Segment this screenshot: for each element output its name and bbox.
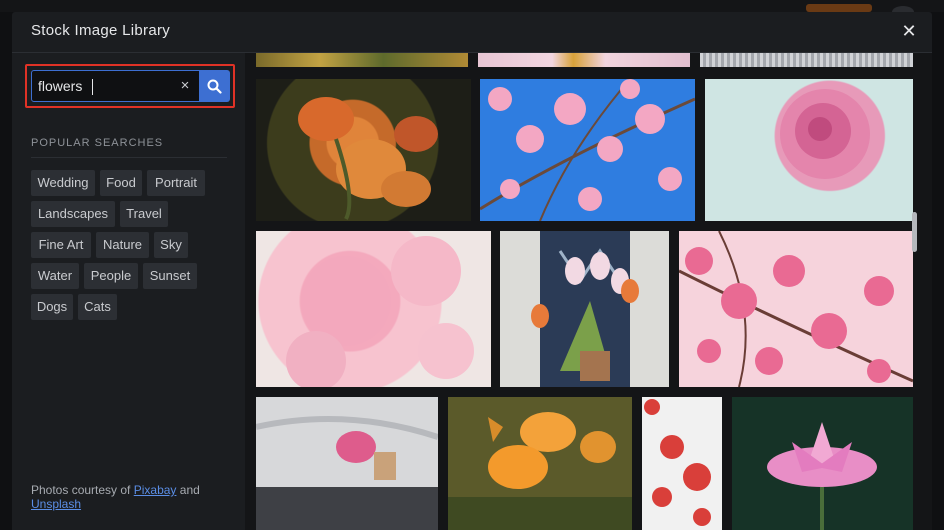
- image-result[interactable]: [448, 397, 632, 530]
- divider: [31, 157, 227, 158]
- photo-credit: Photos courtesy of Pixabay and Unsplash: [31, 483, 231, 511]
- backdrop-header: [0, 0, 944, 12]
- image-result[interactable]: [256, 79, 471, 221]
- pixabay-link[interactable]: Pixabay: [134, 483, 177, 497]
- pink-rose-image: [780, 89, 870, 179]
- search-box: ×: [31, 70, 230, 102]
- image-result[interactable]: [700, 53, 913, 67]
- cherry-blossom-sky-image: [480, 79, 695, 221]
- image-result[interactable]: [732, 397, 913, 530]
- image-result[interactable]: [256, 397, 438, 530]
- tag-landscapes[interactable]: Landscapes: [31, 201, 115, 227]
- tag-dogs[interactable]: Dogs: [31, 294, 73, 320]
- tag-fine-art[interactable]: Fine Art: [31, 232, 91, 258]
- image-result[interactable]: [478, 53, 690, 67]
- tag-people[interactable]: People: [84, 263, 138, 289]
- search-sidebar: × POPULAR SEARCHES Wedding Food Portrait…: [12, 53, 245, 530]
- image-result[interactable]: [256, 231, 491, 387]
- results-scrollbar[interactable]: [912, 212, 917, 252]
- image-results-grid: [245, 53, 932, 530]
- image-result[interactable]: [256, 53, 468, 67]
- unsplash-link[interactable]: Unsplash: [31, 497, 81, 511]
- orange-roses-image: [298, 97, 438, 220]
- red-blossoms-image: [644, 399, 711, 526]
- credit-middle: and: [176, 483, 200, 497]
- stock-image-modal: Stock Image Library ✕ × POPULAR SEARCHES…: [12, 12, 932, 530]
- tag-food[interactable]: Food: [100, 170, 142, 196]
- text-caret: [92, 79, 93, 95]
- image-result[interactable]: [679, 231, 913, 387]
- image-result[interactable]: [480, 79, 695, 221]
- flowers-on-bed-image: [256, 416, 438, 530]
- tag-water[interactable]: Water: [31, 263, 79, 289]
- tag-wedding[interactable]: Wedding: [31, 170, 95, 196]
- orange-flowers-butterfly-image: [448, 412, 632, 530]
- tag-cats[interactable]: Cats: [78, 294, 117, 320]
- search-highlight: ×: [25, 64, 235, 108]
- modal-header: Stock Image Library ✕: [12, 12, 932, 53]
- backdrop-button: [806, 4, 872, 12]
- cherry-blossom-branch-image: [679, 231, 913, 387]
- tag-sunset[interactable]: Sunset: [143, 263, 197, 289]
- tulip-bouquet-image: [531, 231, 639, 387]
- tag-nature[interactable]: Nature: [96, 232, 149, 258]
- close-icon[interactable]: ✕: [900, 22, 918, 40]
- pink-carnations-image: [286, 236, 474, 387]
- modal-title: Stock Image Library: [31, 22, 171, 39]
- search-button[interactable]: [199, 70, 230, 102]
- tag-travel[interactable]: Travel: [120, 201, 168, 227]
- credit-prefix: Photos courtesy of: [31, 483, 134, 497]
- popular-searches-heading: POPULAR SEARCHES: [31, 137, 164, 149]
- image-result[interactable]: [500, 231, 669, 387]
- clear-search-icon[interactable]: ×: [176, 76, 194, 96]
- search-input[interactable]: [38, 74, 168, 98]
- tag-portrait[interactable]: Portrait: [147, 170, 205, 196]
- lotus-image: [767, 422, 877, 530]
- search-icon: [207, 79, 222, 94]
- image-result[interactable]: [642, 397, 722, 530]
- image-result[interactable]: [705, 79, 913, 221]
- tag-sky[interactable]: Sky: [154, 232, 188, 258]
